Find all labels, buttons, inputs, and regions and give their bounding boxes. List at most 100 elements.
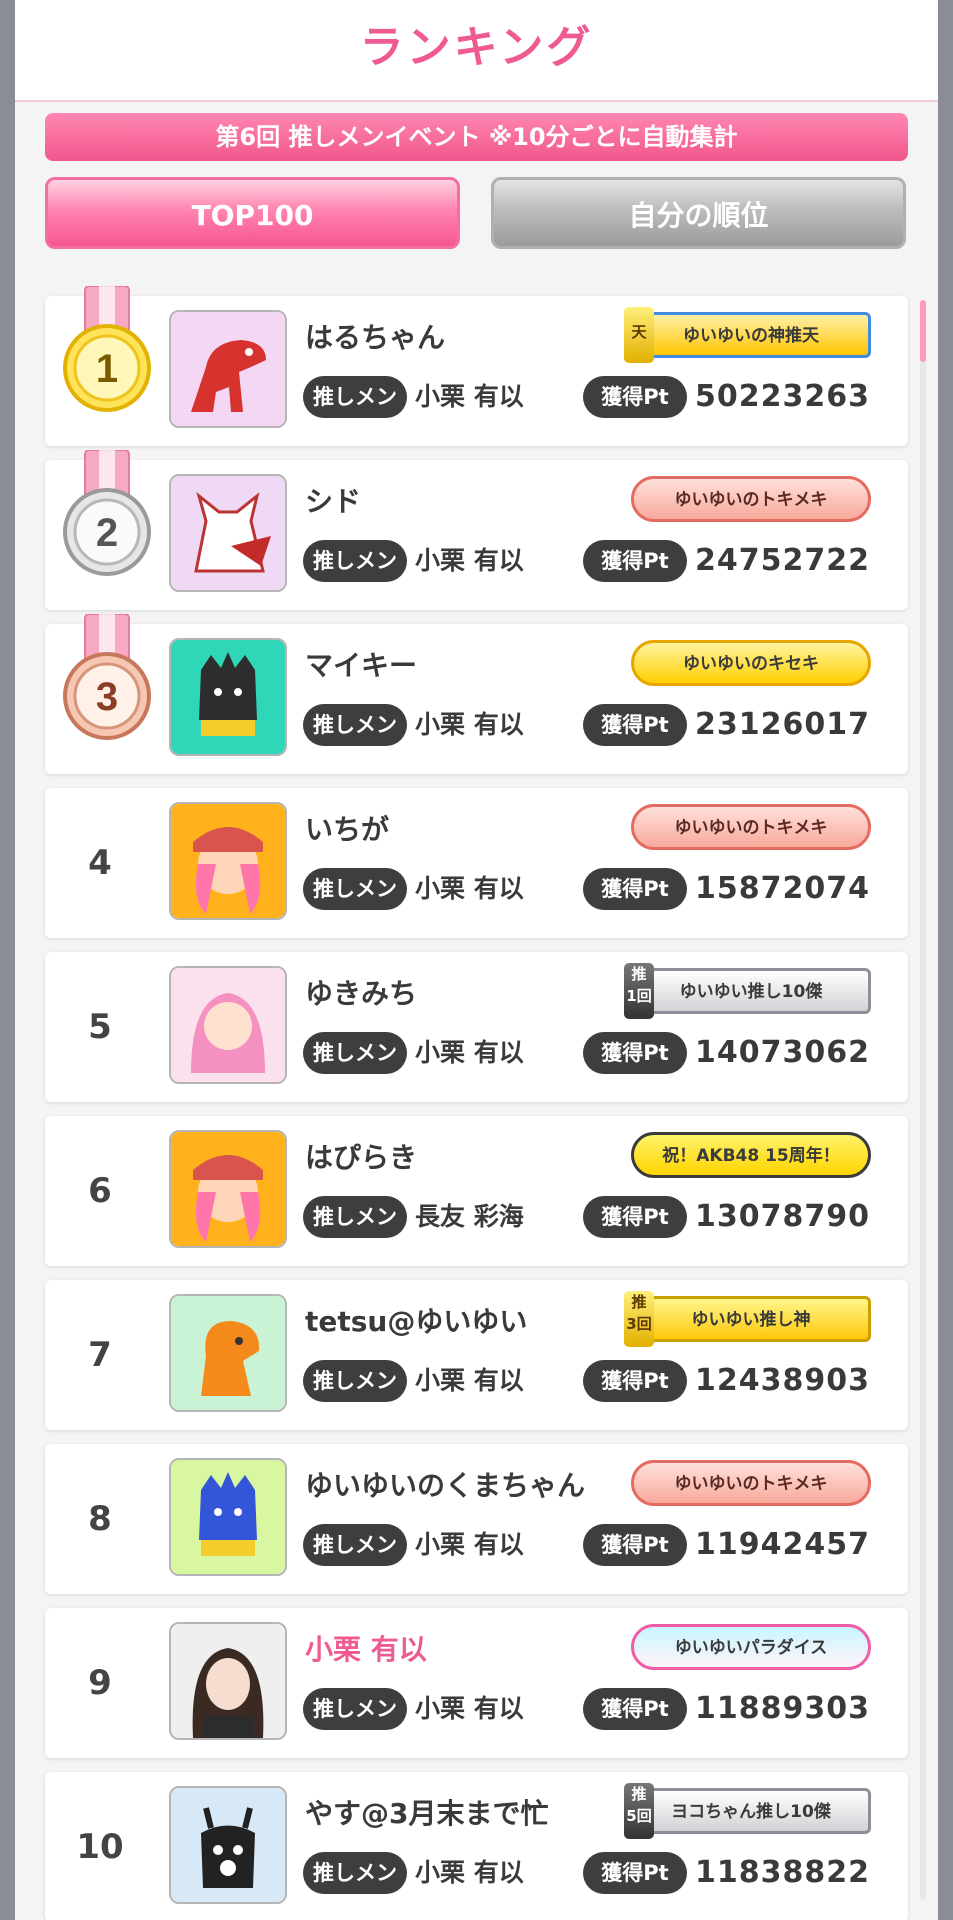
oshimen-label: 推しメン <box>303 1360 407 1402</box>
ranking-row[interactable]: 7 tetsu@ゆいゆい 推 3回 ゆいゆい推し神 推しメン 小栗 有以 獲得P… <box>45 1280 908 1430</box>
title-badge: 推 5回 ヨコちゃん推し10傑 <box>624 1783 871 1839</box>
tab-my-rank[interactable]: 自分の順位 <box>491 177 906 249</box>
oshimen-label: 推しメン <box>303 1524 407 1566</box>
ranking-row[interactable]: 8 ゆいゆいのくまちゃん ゆいゆいのトキメキ 推しメン 小栗 有以 獲得Pt 1… <box>45 1444 908 1594</box>
blue-monster-avatar <box>171 1460 285 1574</box>
points-value: 23126017 <box>695 707 870 742</box>
oshimen-name: 小栗 有以 <box>415 382 524 411</box>
oshimen-name: 小栗 有以 <box>415 874 524 903</box>
page-title: ランキング <box>15 0 938 102</box>
rank-number: 8 <box>88 1499 112 1539</box>
title-badge: 推 1回 ゆいゆい推し10傑 <box>624 963 871 1019</box>
avatar <box>169 1294 287 1412</box>
svg-text:2: 2 <box>96 511 118 555</box>
ranking-row[interactable]: 4 いちが ゆいゆいのトキメキ 推しメン 小栗 有以 獲得Pt 15872074 <box>45 788 908 938</box>
points-label: 獲得Pt <box>583 1688 687 1730</box>
oshimen-label: 推しメン <box>303 868 407 910</box>
avatar <box>169 1458 287 1576</box>
points-value: 50223263 <box>695 379 870 414</box>
scrollbar-thumb[interactable] <box>920 300 926 362</box>
player-name: シド <box>305 485 362 518</box>
ranking-row[interactable]: 1 はるちゃん 天 ゆいゆいの神推天 推しメン 小栗 有以 獲得Pt 50223… <box>45 286 908 446</box>
points-label: 獲得Pt <box>583 1196 687 1238</box>
badge-corner: 推 1回 <box>624 963 654 1019</box>
bronze-medal-icon: 3 <box>63 614 151 740</box>
points-value: 15872074 <box>695 871 870 906</box>
tab-top100[interactable]: TOP100 <box>45 177 460 249</box>
points-value: 11889303 <box>695 1691 870 1726</box>
anniversary-girl-avatar <box>171 1132 285 1246</box>
oshimen-name: 小栗 有以 <box>415 1694 524 1723</box>
player-name: マイキー <box>305 649 418 682</box>
badge-label: ゆいゆいの神推天 <box>683 326 819 346</box>
title-badge: ゆいゆいのトキメキ <box>631 1460 871 1506</box>
anniversary-girl-avatar <box>171 804 285 918</box>
points-label: 獲得Pt <box>583 1852 687 1894</box>
title-badge: ゆいゆいのトキメキ <box>631 804 871 850</box>
avatar <box>169 802 287 920</box>
player-name: ゆきみち <box>305 977 418 1010</box>
player-name: いちが <box>305 813 390 846</box>
avatar <box>169 966 287 1084</box>
ranking-row[interactable]: 5 ゆきみち 推 1回 ゆいゆい推し10傑 推しメン 小栗 有以 獲得Pt 14… <box>45 952 908 1102</box>
points-label: 獲得Pt <box>583 1360 687 1402</box>
ranking-list: 1 はるちゃん 天 ゆいゆいの神推天 推しメン 小栗 有以 獲得Pt 50223… <box>45 286 908 1920</box>
oshimen-name: 長友 彩海 <box>415 1202 524 1231</box>
ranking-row[interactable]: 9 小栗 有以 ゆいゆいパラダイス 推しメン 小栗 有以 獲得Pt 118893… <box>45 1608 908 1758</box>
player-name: やす@3月末まで忙 <box>305 1797 549 1830</box>
oshimen-label: 推しメン <box>303 704 407 746</box>
avatar <box>169 310 287 428</box>
avatar <box>169 1622 287 1740</box>
rank-number: 6 <box>88 1171 112 1211</box>
points-value: 13078790 <box>695 1199 870 1234</box>
ranking-row[interactable]: 2 シド ゆいゆいのトキメキ 推しメン 小栗 有以 獲得Pt 24752722 <box>45 450 908 610</box>
orange-dragon-avatar <box>171 1296 285 1410</box>
ranking-panel: ランキング 第6回 推しメンイベント ※10分ごとに自動集計 TOP100 自分… <box>15 0 938 1920</box>
points-label: 獲得Pt <box>583 1524 687 1566</box>
points-value: 12438903 <box>695 1363 870 1398</box>
points-label: 獲得Pt <box>583 704 687 746</box>
points-value: 24752722 <box>695 543 870 578</box>
points-label: 獲得Pt <box>583 868 687 910</box>
rank-number: 5 <box>88 1007 112 1047</box>
event-banner: 第6回 推しメンイベント ※10分ごとに自動集計 <box>45 113 908 161</box>
oshimen-label: 推しメン <box>303 376 407 418</box>
rank-number: 7 <box>88 1335 112 1375</box>
screen: ランキング 第6回 推しメンイベント ※10分ごとに自動集計 TOP100 自分… <box>0 0 953 1920</box>
fox-mask-avatar <box>171 476 285 590</box>
oshimen-label: 推しメン <box>303 1852 407 1894</box>
avatar <box>169 1130 287 1248</box>
title-badge: ゆいゆいのキセキ <box>631 640 871 686</box>
player-name: はるちゃん <box>305 321 446 354</box>
black-deer-avatar <box>171 1788 285 1902</box>
oshimen-label: 推しメン <box>303 1032 407 1074</box>
badge-corner: 推 3回 <box>624 1291 654 1347</box>
black-monster-avatar <box>171 640 285 754</box>
oshimen-label: 推しメン <box>303 1196 407 1238</box>
oshimen-label: 推しメン <box>303 1688 407 1730</box>
points-label: 獲得Pt <box>583 1032 687 1074</box>
gold-medal-icon: 1 <box>63 286 151 412</box>
oshimen-name: 小栗 有以 <box>415 546 524 575</box>
rank-number: 4 <box>88 843 112 883</box>
badge-label: ヨコちゃん推し10傑 <box>671 1802 831 1822</box>
svg-text:3: 3 <box>96 675 118 719</box>
points-value: 11838822 <box>695 1855 870 1890</box>
player-name: 小栗 有以 <box>305 1633 427 1666</box>
ranking-row[interactable]: 6 はぴらき 祝！AKB48 15周年！ 推しメン 長友 彩海 獲得Pt 130… <box>45 1116 908 1266</box>
ranking-row[interactable]: 3 マイキー ゆいゆいのキセキ 推しメン 小栗 有以 獲得Pt 23126017 <box>45 614 908 774</box>
red-dinosaur-avatar <box>171 312 285 426</box>
rank-number: 10 <box>76 1827 124 1867</box>
scrollbar[interactable] <box>920 300 926 1900</box>
title-badge: ゆいゆいのトキメキ <box>631 476 871 522</box>
title-badge: 祝！AKB48 15周年！ <box>631 1132 871 1178</box>
points-label: 獲得Pt <box>583 540 687 582</box>
badge-label: ゆいゆい推し10傑 <box>679 982 823 1002</box>
title-badge: 天 ゆいゆいの神推天 <box>624 307 871 363</box>
badge-corner: 推 5回 <box>624 1783 654 1839</box>
avatar <box>169 638 287 756</box>
ranking-row[interactable]: 10 やす@3月末まで忙 推 5回 ヨコちゃん推し10傑 推しメン 小栗 有以 … <box>45 1772 908 1920</box>
points-value: 14073062 <box>695 1035 870 1070</box>
avatar <box>169 1786 287 1904</box>
svg-text:1: 1 <box>96 347 118 391</box>
